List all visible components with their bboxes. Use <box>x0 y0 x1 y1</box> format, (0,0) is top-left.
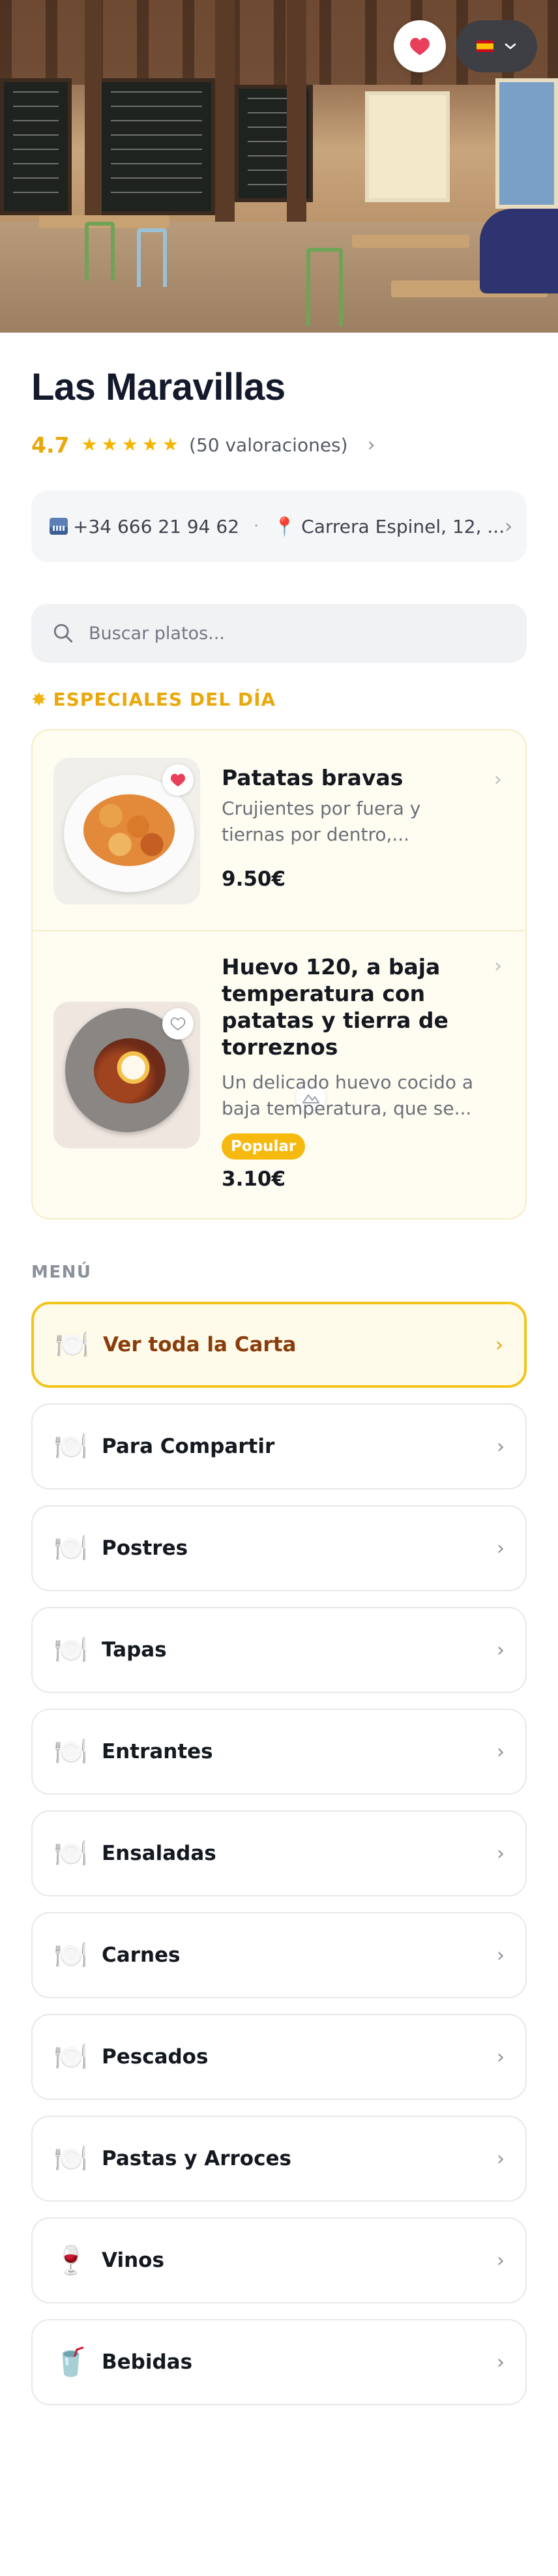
star-icon: ★ <box>141 434 158 455</box>
popular-badge: Popular <box>222 1133 306 1160</box>
search-bar[interactable] <box>31 604 527 663</box>
chevron-right-icon: › <box>497 1435 505 1458</box>
address-text: Carrera Espinel, 12, ... <box>301 515 505 537</box>
special-item[interactable]: Patatas bravas Crujientes por fuera y ti… <box>33 730 525 931</box>
search-icon <box>53 623 73 643</box>
rating-count: (50 valoraciones) <box>189 434 348 456</box>
plate-cutlery-icon: 🍽️ <box>53 1735 89 1767</box>
chevron-right-icon: › <box>497 2147 505 2170</box>
menu-item-label: Carnes <box>102 1943 181 1967</box>
heart-filled-icon <box>171 773 185 786</box>
plate-cutlery-icon: 🍽️ <box>53 1634 89 1666</box>
menu-item[interactable]: 🍽️ Entrantes › <box>31 1709 527 1795</box>
menu-item-label: Pastas y Arroces <box>102 2147 291 2170</box>
phone-contact[interactable]: +34 666 21 94 62 <box>50 516 239 537</box>
menu-section-title: MENÚ <box>31 1263 92 1282</box>
chevron-right-icon: › <box>497 1536 505 1560</box>
menu-item[interactable]: 🍽️ Postres › <box>31 1505 527 1591</box>
menu-item[interactable]: 🍽️ Tapas › <box>31 1607 527 1693</box>
dish-description: Un delicado huevo cocido a baja temperat… <box>222 1071 474 1119</box>
restaurant-name: Las Maravillas <box>31 366 286 408</box>
plate-cutlery-icon: 🍽️ <box>53 2041 89 2073</box>
dish-favorite-button[interactable] <box>162 764 194 796</box>
plate-cutlery-icon: 🍽️ <box>53 1532 89 1564</box>
contact-bar[interactable]: +34 666 21 94 62 · 📍 Carrera Espinel, 12… <box>31 490 527 562</box>
dish-favorite-button[interactable] <box>162 1008 194 1040</box>
dish-photo <box>53 758 200 905</box>
chevron-right-icon: › <box>497 2045 505 2069</box>
dish-photo <box>53 1002 200 1148</box>
star-icon: ★ <box>121 434 138 455</box>
menu-item-label: Ensaladas <box>102 1842 216 1865</box>
menu-item[interactable]: 🍽️ Pastas y Arroces › <box>31 2116 527 2202</box>
spain-flag-icon <box>477 40 493 52</box>
specials-title: ESPECIALES DEL DÍA <box>53 689 276 710</box>
plate-cutlery-icon: 🍽️ <box>53 2142 89 2174</box>
address-contact[interactable]: 📍 Carrera Espinel, 12, ... <box>273 516 505 537</box>
menu-item-label: Tapas <box>102 1638 167 1662</box>
chevron-right-icon: › <box>505 515 513 538</box>
menu-item[interactable]: 🍽️ Pescados › <box>31 2014 527 2100</box>
chevron-right-icon: › <box>497 2249 505 2272</box>
menu-item[interactable]: 🍽️ Carnes › <box>31 1912 527 1998</box>
chevron-right-icon: › <box>497 1740 505 1763</box>
dish-price: 3.10€ <box>222 1167 286 1191</box>
rating-value: 4.7 <box>31 432 70 458</box>
menu-item-label: Ver toda la Carta <box>103 1333 297 1356</box>
chevron-right-icon: › <box>497 1943 505 1967</box>
sparkle-icon: ✸ <box>31 689 47 710</box>
specials-header: ✸ ESPECIALES DEL DÍA <box>31 689 276 710</box>
separator-dot: · <box>254 517 259 536</box>
plate-cutlery-icon: 🍽️ <box>53 1939 89 1971</box>
star-icon: ★ <box>162 434 179 455</box>
specials-card: Patatas bravas Crujientes por fuera y ti… <box>31 729 527 1220</box>
chevron-down-icon <box>505 43 516 50</box>
phone-icon <box>50 518 68 535</box>
heart-icon <box>410 38 430 55</box>
menu-item-label: Postres <box>102 1536 188 1560</box>
special-item[interactable]: Huevo 120, a baja temperatura con patata… <box>33 931 525 1218</box>
chevron-right-icon: › <box>497 1842 505 1865</box>
chevron-right-icon: › <box>367 433 375 457</box>
chevron-right-icon: › <box>495 1333 503 1356</box>
menu-item-label: Bebidas <box>102 2350 193 2374</box>
menu-item-label: Vinos <box>102 2249 164 2272</box>
menu-item[interactable]: 🍽️ Ensaladas › <box>31 1810 527 1896</box>
chevron-right-icon: › <box>494 955 502 978</box>
star-icon: ★ <box>101 434 118 455</box>
dish-description: Crujientes por fuera y tiernas por dentr… <box>222 798 421 845</box>
dish-price: 9.50€ <box>222 867 286 891</box>
language-selector[interactable] <box>456 20 537 72</box>
menu-item[interactable]: 🍽️ Para Compartir › <box>31 1403 527 1490</box>
search-input[interactable] <box>89 623 493 644</box>
plate-cutlery-icon: 🍽️ <box>55 1328 90 1360</box>
menu-item[interactable]: 🥤 Bebidas › <box>31 2319 527 2405</box>
menu-item[interactable]: 🍷 Vinos › <box>31 2217 527 2303</box>
cup-straw-icon: 🥤 <box>53 2346 89 2378</box>
star-icon: ★ <box>81 434 98 455</box>
rating-stars: ★ ★ ★ ★ ★ <box>81 436 179 454</box>
plate-cutlery-icon: 🍽️ <box>53 1430 89 1462</box>
location-pin-icon: 📍 <box>273 515 297 537</box>
menu-item[interactable]: 🍽️ Ver toda la Carta › <box>31 1302 527 1388</box>
rating-summary[interactable]: 4.7 ★ ★ ★ ★ ★ (50 valoraciones) › <box>31 430 375 459</box>
favorite-button[interactable] <box>394 20 446 72</box>
dish-name: Patatas bravas <box>222 765 404 790</box>
wine-glass-icon: 🍷 <box>53 2244 89 2276</box>
chevron-right-icon: › <box>497 1638 505 1662</box>
phone-number: +34 666 21 94 62 <box>73 515 240 537</box>
menu-item-label: Para Compartir <box>102 1435 275 1458</box>
chevron-right-icon: › <box>494 768 502 791</box>
chevron-right-icon: › <box>497 2350 505 2374</box>
menu-item-label: Entrantes <box>102 1740 213 1763</box>
dish-name: Huevo 120, a baja temperatura con patata… <box>222 954 448 1060</box>
plate-cutlery-icon: 🍽️ <box>53 1837 89 1869</box>
menu-item-label: Pescados <box>102 2045 209 2069</box>
heart-outline-icon <box>170 1017 186 1030</box>
